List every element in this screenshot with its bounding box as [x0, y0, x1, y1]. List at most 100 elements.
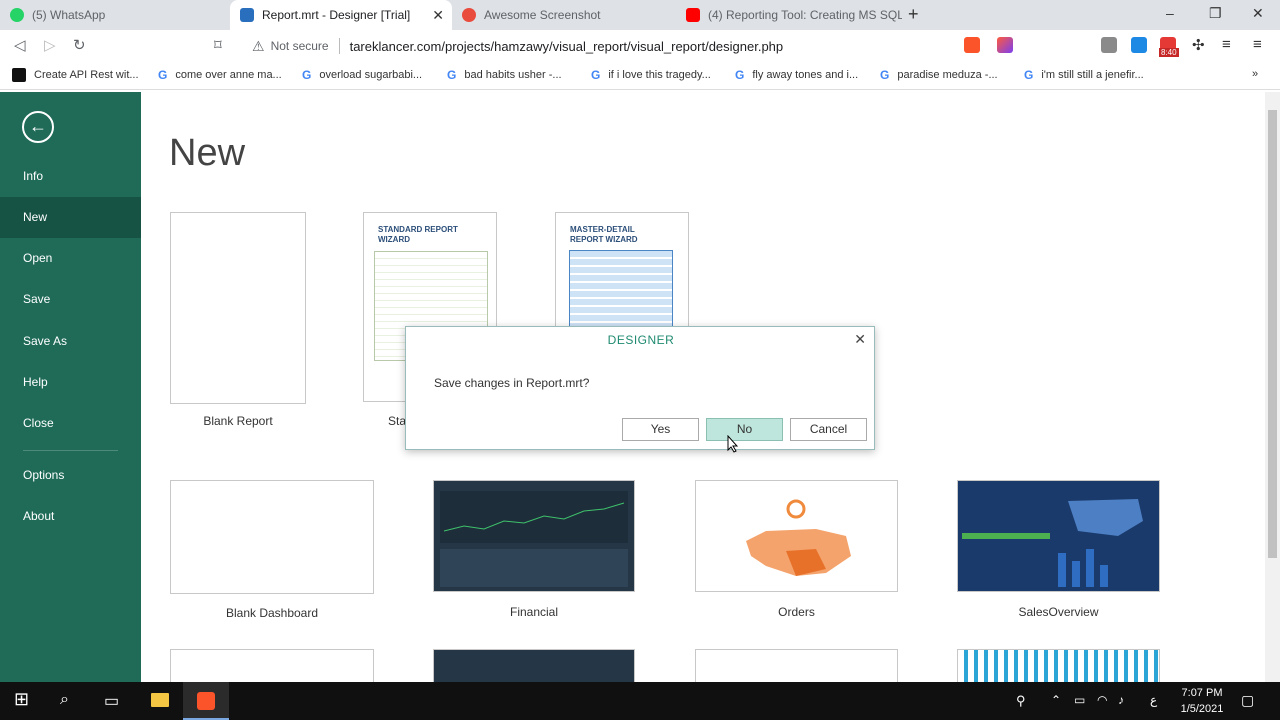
browser-toolbar: ◁ ▷ ↻ ⌑ ⚠ Not secure tareklancer.com/pro… [0, 30, 1280, 62]
page-title: New [169, 132, 246, 174]
clipboard-extension-icon[interactable] [1101, 37, 1117, 53]
battery-icon[interactable]: ▭ [1074, 693, 1085, 707]
bookmark-item[interactable]: Gcome over anne ma... [158, 68, 282, 82]
ticket-stats-dashboard-card[interactable] [170, 649, 374, 682]
address-bar[interactable]: ⚠ Not secure tareklancer.com/projects/ha… [242, 34, 954, 58]
page-scrollbar[interactable] [1265, 92, 1280, 682]
no-button[interactable]: No [706, 418, 783, 441]
wifi-icon[interactable]: ◠ [1097, 693, 1107, 707]
bookmark-item[interactable]: Gbad habits usher -... [447, 68, 562, 82]
forward-icon[interactable]: ▷ [44, 36, 56, 54]
dev-icon [12, 68, 26, 82]
financial-thumbnail [440, 491, 628, 587]
chevron-up-icon[interactable]: ⌃ [1051, 693, 1061, 707]
google-icon: G [447, 68, 457, 82]
fi-extension-icon[interactable] [1131, 37, 1147, 53]
menu-item-save[interactable]: Save [0, 279, 141, 320]
file-menu-sidebar: ← Info New Open Save Save As Help Close … [0, 92, 141, 682]
bookmark-item[interactable]: Goverload sugarbabi... [302, 68, 422, 82]
bookmark-item[interactable]: Gif i love this tragedy... [591, 68, 711, 82]
input-language-indicator[interactable]: ع [1150, 693, 1157, 707]
wave-chart-dashboard-card[interactable] [957, 649, 1160, 682]
financial-dashboard-card[interactable] [433, 480, 635, 592]
menu-item-info[interactable]: Info [0, 156, 141, 197]
sales-overview-label: SalesOverview [1018, 605, 1099, 619]
search-icon[interactable]: ⌕ [60, 691, 69, 709]
brave-taskbar-button[interactable] [183, 682, 229, 720]
bookmark-label: come over anne ma... [175, 69, 282, 81]
bookmark-item[interactable]: Gparadise meduza -... [880, 68, 998, 82]
blank-report-label: Blank Report [203, 414, 273, 428]
tab-youtube[interactable]: (4) Reporting Tool: Creating MS SQL C [676, 0, 902, 30]
scrollbar-thumb[interactable] [1268, 110, 1277, 558]
extension-badge: 8:40 [1159, 48, 1179, 57]
wizard-title: MASTER-DETAIL REPORT WIZARD [570, 225, 638, 244]
yes-button[interactable]: Yes [622, 418, 699, 441]
people-icon[interactable]: ⚲ [1016, 693, 1026, 709]
reload-icon[interactable]: ↻ [73, 36, 86, 54]
menu-item-open[interactable]: Open [0, 238, 141, 279]
task-view-icon[interactable]: ▭ [104, 691, 119, 711]
tab-title: (4) Reporting Tool: Creating MS SQL C [708, 8, 902, 22]
new-tab-button[interactable]: + [908, 4, 919, 25]
menu-item-new[interactable]: New [0, 197, 141, 238]
menu-item-close[interactable]: Close [0, 403, 141, 444]
blank-dashboard-label: Blank Dashboard [225, 606, 319, 620]
dialog-title: DESIGNER [607, 333, 675, 347]
volume-icon[interactable]: ♪ [1118, 693, 1124, 707]
back-arrow-icon[interactable]: ← [22, 111, 54, 143]
bookmark-icon[interactable]: ⌑ [214, 36, 222, 54]
blank-dashboard-card[interactable] [170, 480, 374, 594]
menu-item-options[interactable]: Options [0, 455, 141, 496]
windows-start-icon[interactable]: ⊞ [14, 689, 29, 710]
reading-list-icon[interactable]: ≡ [1222, 36, 1231, 53]
menu-item-save-as[interactable]: Save As [0, 321, 141, 362]
bookmark-item[interactable]: Gfly away tones and i... [735, 68, 858, 82]
notifications-icon[interactable]: ▢ [1241, 692, 1254, 709]
system-clock[interactable]: 7:07 PM 1/5/2021 [1172, 685, 1232, 717]
blank-report-card[interactable] [170, 212, 306, 404]
menu-divider [23, 450, 118, 451]
menu-icon[interactable]: ≡ [1253, 36, 1262, 53]
orders-dashboard-card[interactable] [695, 480, 898, 592]
google-icon: G [735, 68, 745, 82]
back-icon[interactable]: ◁ [14, 36, 26, 54]
extensions-puzzle-icon[interactable]: ✣ [1192, 36, 1205, 54]
clock-time: 7:07 PM [1181, 687, 1223, 699]
sales-overview-thumbnail [962, 499, 1143, 587]
warning-icon: ⚠ [252, 37, 265, 54]
bookmark-label: paradise meduza -... [897, 69, 998, 81]
url-text: tareklancer.com/projects/hamzawy/visual_… [349, 38, 784, 54]
close-tab-icon[interactable]: ✕ [432, 7, 444, 24]
bookmark-label: Create API Rest wit... [34, 69, 139, 81]
cancel-button[interactable]: Cancel [790, 418, 867, 441]
vehicle-production-dashboard-card[interactable] [695, 649, 898, 682]
brave-shield-icon[interactable] [964, 37, 980, 53]
tab-whatsapp[interactable]: (5) WhatsApp [0, 0, 228, 30]
orders-label: Orders [778, 605, 815, 619]
clock-date: 1/5/2021 [1180, 703, 1224, 715]
divider [338, 38, 340, 54]
tab-report-designer[interactable]: Report.mrt - Designer [Trial] ✕ [230, 0, 452, 30]
bookmark-item[interactable]: Gi'm still still a jenefir... [1024, 68, 1144, 82]
sales-overview-dashboard-card[interactable] [957, 480, 1160, 592]
google-icon: G [158, 68, 168, 82]
minimize-button[interactable]: – [1166, 5, 1174, 21]
menu-item-about[interactable]: About [0, 496, 141, 537]
more-bookmarks-icon[interactable]: » [1252, 68, 1258, 80]
browser-tab-strip: (5) WhatsApp Report.mrt - Designer [Tria… [0, 0, 1280, 30]
bookmark-item[interactable]: Create API Rest wit... [12, 68, 139, 82]
tab-title: Awesome Screenshot [484, 8, 601, 22]
mouse-cursor-icon [727, 435, 739, 453]
restore-button[interactable]: ❐ [1209, 5, 1222, 22]
file-explorer-taskbar-button[interactable] [137, 682, 183, 720]
bookmark-label: fly away tones and i... [752, 69, 859, 81]
close-window-button[interactable]: ✕ [1252, 5, 1264, 22]
folder-icon [151, 693, 169, 707]
bookmark-label: if i love this tragedy... [608, 69, 711, 81]
tab-awesome-screenshot[interactable]: Awesome Screenshot [452, 0, 676, 30]
dark-dashboard-card[interactable] [433, 649, 635, 682]
brave-rewards-icon[interactable] [997, 37, 1013, 53]
close-icon[interactable]: ✕ [854, 331, 866, 348]
menu-item-help[interactable]: Help [0, 362, 141, 403]
